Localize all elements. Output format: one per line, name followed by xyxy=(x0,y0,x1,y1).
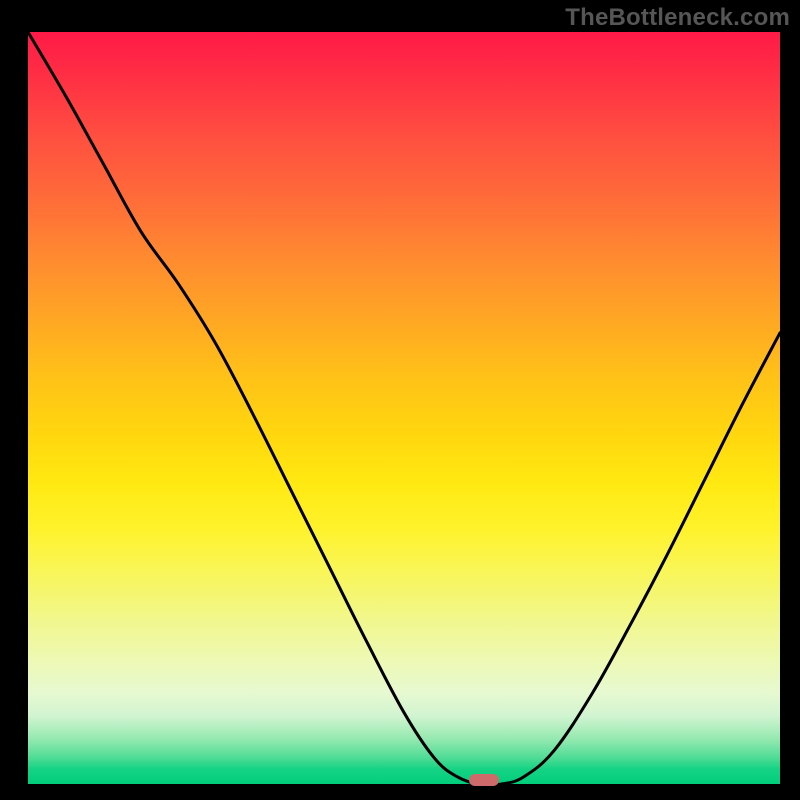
frame: TheBottleneck.com xyxy=(0,0,800,800)
gradient-plot-area xyxy=(28,32,780,784)
bottleneck-curve xyxy=(28,32,780,784)
watermark-text: TheBottleneck.com xyxy=(565,4,790,32)
optimal-marker xyxy=(469,774,499,786)
